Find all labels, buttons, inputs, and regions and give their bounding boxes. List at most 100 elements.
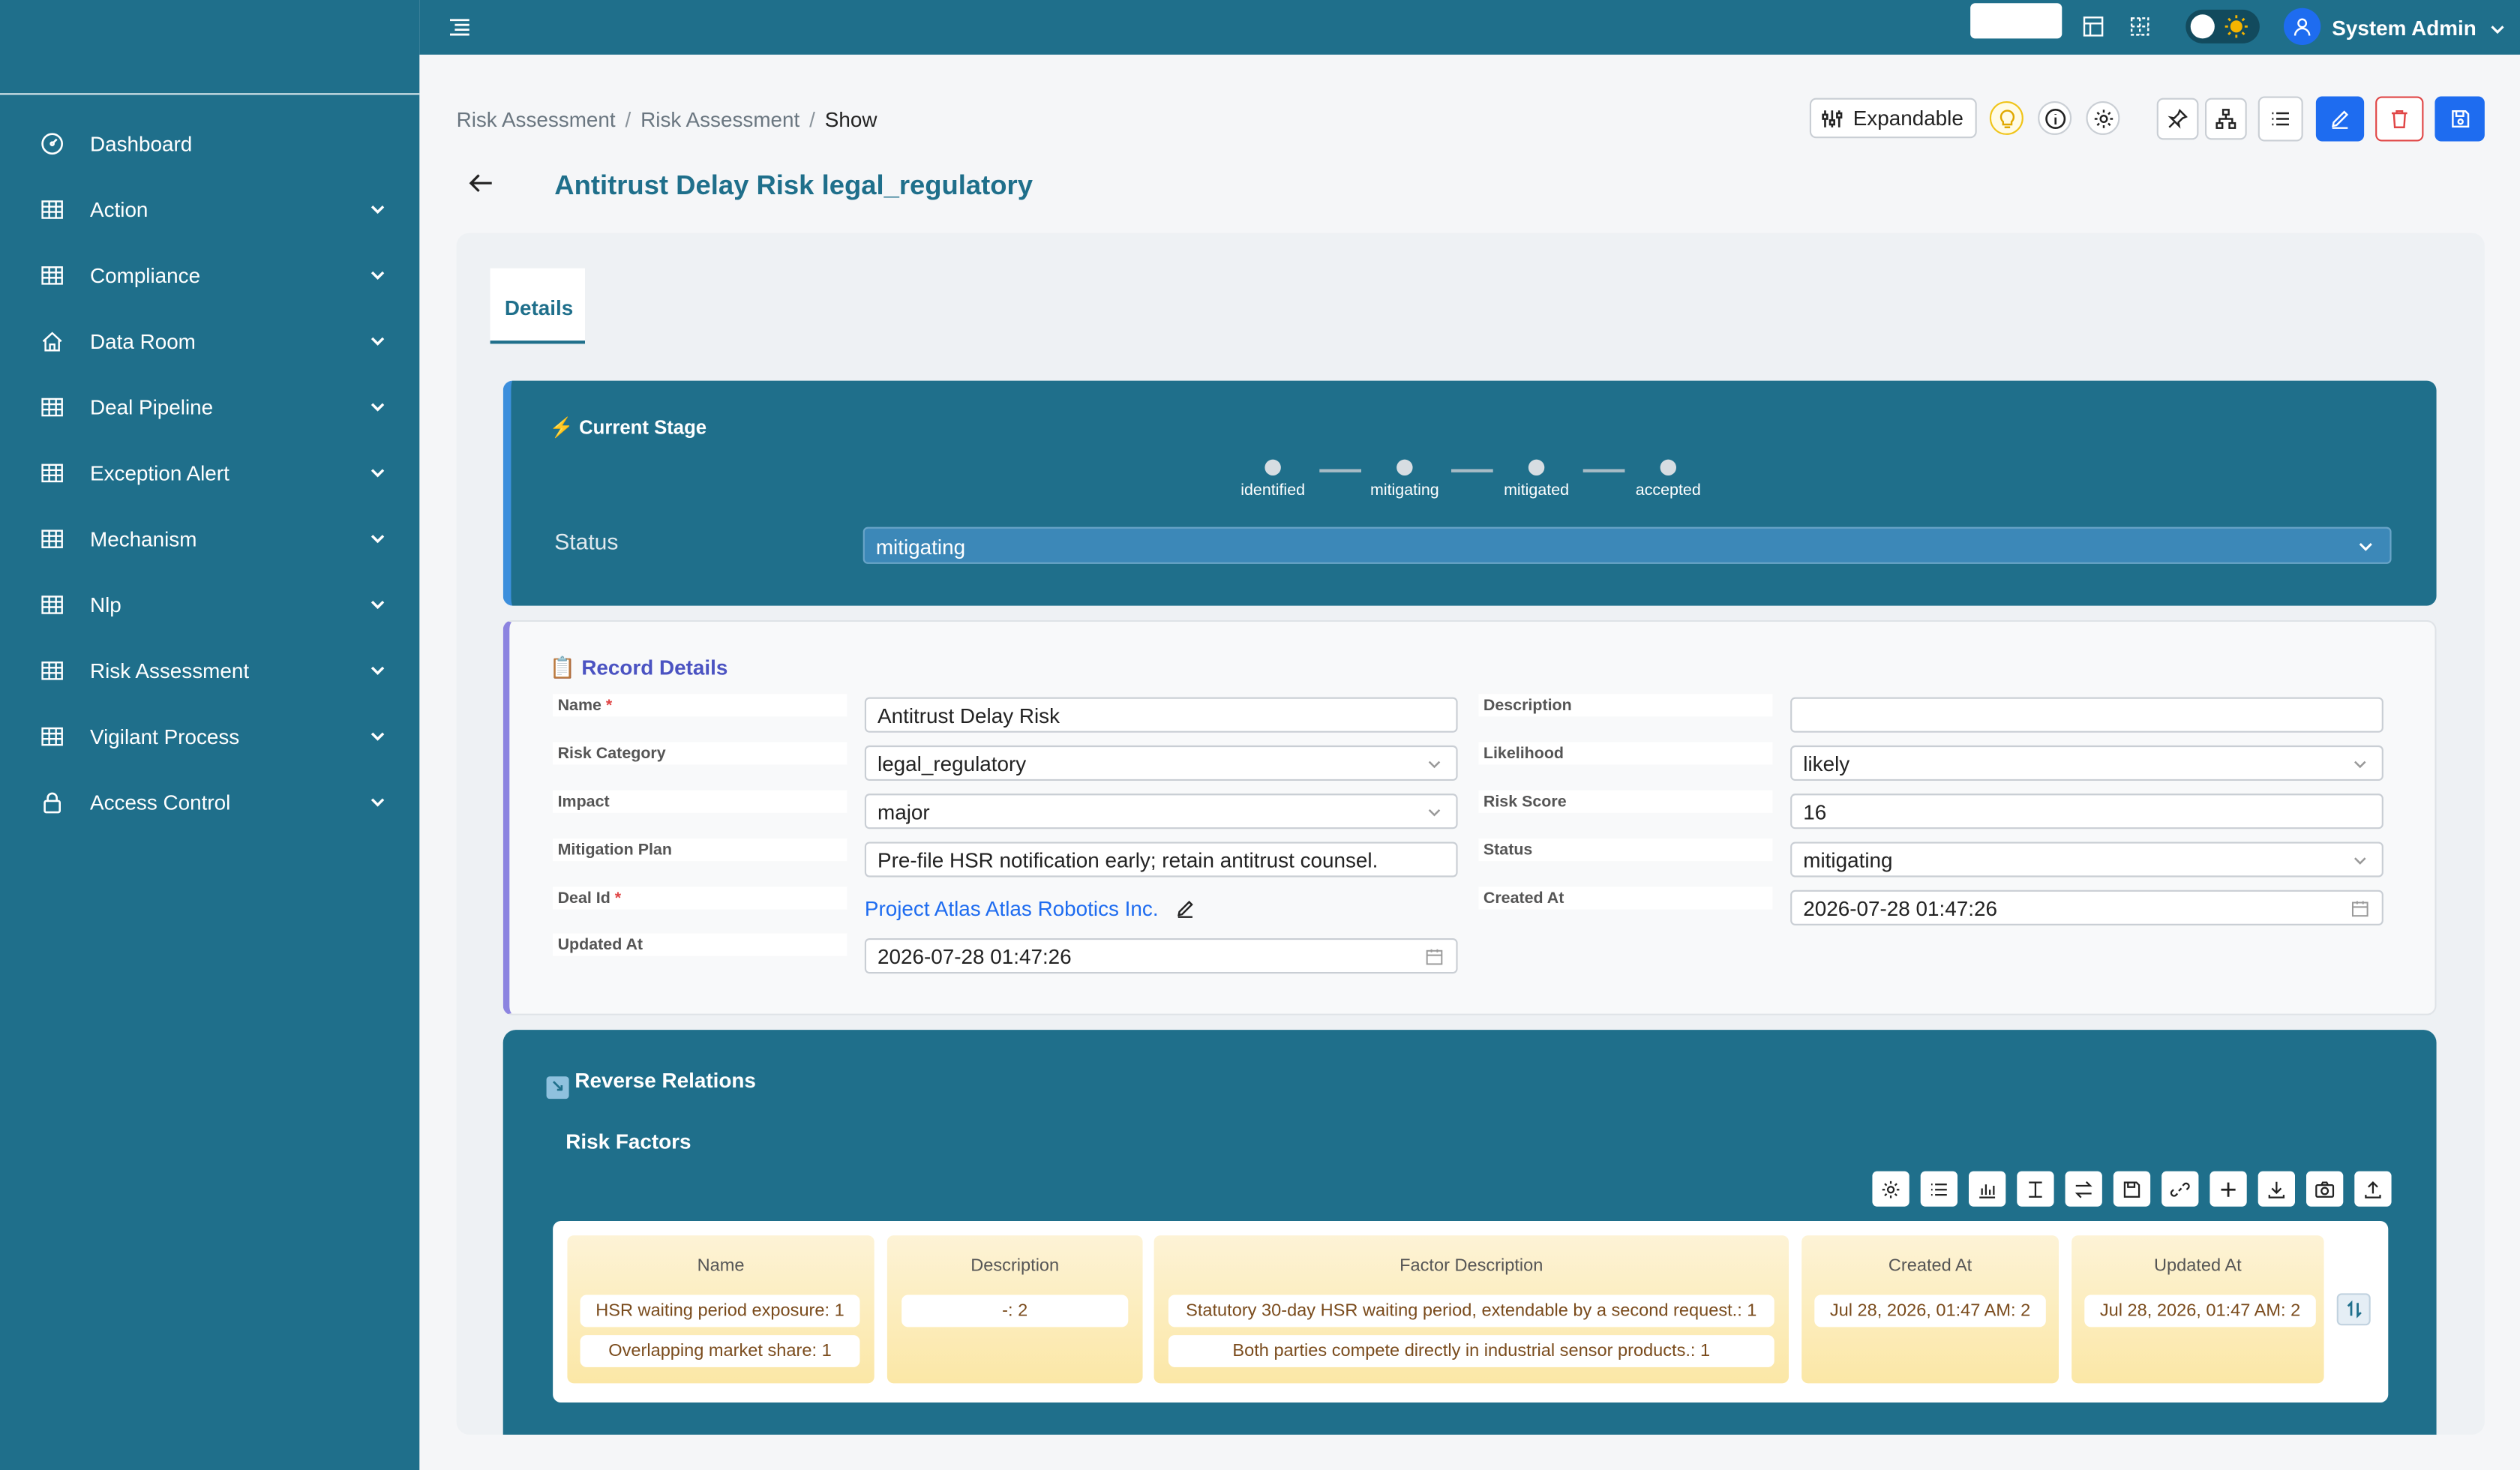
info-button[interactable] bbox=[2038, 100, 2072, 135]
sidebar-item-exception-alert[interactable]: Exception Alert bbox=[0, 443, 419, 501]
status-select[interactable]: mitigating bbox=[862, 526, 2392, 564]
grid-chip[interactable]: Jul 28, 2026, 01:47 AM: 2 bbox=[1814, 1294, 2046, 1328]
breadcrumb-link[interactable]: Risk Assessment bbox=[640, 108, 800, 132]
sidebar-item-deal-pipeline[interactable]: Deal Pipeline bbox=[0, 377, 419, 435]
link-icon bbox=[2170, 1181, 2190, 1196]
sidebar-item-mechanism[interactable]: Mechanism bbox=[0, 509, 419, 567]
edit-button[interactable] bbox=[2315, 96, 2365, 142]
grid-swap-button[interactable] bbox=[2065, 1171, 2102, 1207]
grid-chip[interactable]: HSR waiting period exposure: 1 bbox=[580, 1294, 860, 1328]
grid-chip[interactable]: -: 2 bbox=[902, 1294, 1129, 1328]
hierarchy-button[interactable] bbox=[2205, 98, 2247, 140]
theme-toggle[interactable] bbox=[2186, 9, 2260, 44]
sort-button[interactable] bbox=[2336, 1293, 2371, 1326]
column-header[interactable]: Description bbox=[887, 1256, 1143, 1276]
likelihood-select[interactable]: likely bbox=[1790, 745, 2384, 782]
topbar: System Admin bbox=[419, 0, 2520, 55]
gear-icon bbox=[1882, 1180, 1900, 1198]
risk-factors-grid: Name HSR waiting period exposure: 1 Over… bbox=[553, 1220, 2389, 1403]
grid-download-button[interactable] bbox=[2258, 1171, 2295, 1207]
description-field[interactable] bbox=[1790, 697, 2384, 733]
search-box[interactable] bbox=[1970, 3, 2062, 39]
stage-step-mitigated[interactable]: mitigated bbox=[1480, 459, 1593, 500]
user-name[interactable]: System Admin bbox=[2332, 16, 2476, 40]
breadcrumb-current: Show bbox=[824, 107, 878, 132]
deal-id-link[interactable]: Project Atlas Atlas Robotics Inc. bbox=[865, 896, 1159, 920]
grid-icon[interactable] bbox=[2128, 14, 2152, 38]
menu-toggle-icon[interactable] bbox=[447, 14, 472, 40]
grid-chip[interactable]: Statutory 30-day HSR waiting period, ext… bbox=[1168, 1294, 1774, 1328]
camera-icon bbox=[2315, 1180, 2335, 1197]
tab-details[interactable]: Details bbox=[490, 268, 585, 344]
expandable-label: Expandable bbox=[1852, 106, 1964, 130]
grid-settings-button[interactable] bbox=[1872, 1171, 1910, 1207]
breadcrumb-link[interactable]: Risk Assessment bbox=[457, 108, 616, 132]
record-details-card: 📋 Record Details Name * Antitrust Delay … bbox=[502, 620, 2437, 1016]
bar-chart-icon bbox=[1979, 1184, 1996, 1198]
stage-step-mitigating[interactable]: mitigating bbox=[1348, 459, 1461, 500]
record-title-text: Record Details bbox=[581, 655, 728, 680]
impact-select[interactable]: major bbox=[864, 794, 1458, 830]
sidebar-item-data-room[interactable]: Data Room bbox=[0, 312, 419, 370]
stage-dot bbox=[1660, 459, 1676, 476]
sidebar-item-compliance[interactable]: Compliance bbox=[0, 246, 419, 304]
risk-score-field[interactable]: 16 bbox=[1790, 794, 2384, 830]
sidebar-item-label: Access Control bbox=[90, 790, 231, 815]
sidebar-item-label: Dashboard bbox=[90, 131, 193, 156]
status-field-label: Status bbox=[1478, 838, 1773, 862]
grid-camera-button[interactable] bbox=[2306, 1171, 2344, 1207]
table-icon bbox=[41, 662, 63, 680]
grid-text-button[interactable] bbox=[2017, 1171, 2054, 1207]
expandable-button[interactable]: Expandable bbox=[1809, 98, 1977, 139]
home-icon bbox=[42, 332, 62, 352]
hint-button[interactable] bbox=[1989, 100, 2024, 135]
relation-arrow-icon: ↘ bbox=[546, 1076, 569, 1100]
grid-link-button[interactable] bbox=[2162, 1171, 2199, 1207]
column-header[interactable]: Factor Description bbox=[1154, 1256, 1789, 1276]
stage-step-accepted[interactable]: accepted bbox=[1612, 459, 1724, 500]
grid-column-factor-description: Factor Description Statutory 30-day HSR … bbox=[1154, 1235, 1789, 1384]
layout-icon[interactable] bbox=[2081, 14, 2105, 38]
sidebar-item-vigilant-process[interactable]: Vigilant Process bbox=[0, 707, 419, 765]
back-arrow-icon[interactable] bbox=[466, 170, 495, 196]
chevron-down-icon[interactable] bbox=[2488, 20, 2507, 39]
stage-step-identified[interactable]: identified bbox=[1216, 459, 1329, 500]
save-button[interactable] bbox=[2434, 96, 2485, 142]
sidebar-item-action[interactable]: Action bbox=[0, 180, 419, 238]
avatar[interactable] bbox=[2284, 8, 2321, 45]
grid-chip[interactable]: Jul 28, 2026, 01:47 AM: 2 bbox=[2084, 1294, 2316, 1328]
stage-title-text: Current Stage bbox=[579, 416, 707, 439]
column-header[interactable]: Created At bbox=[1802, 1256, 2059, 1276]
dashboard-icon bbox=[41, 133, 64, 155]
sidebar-item-risk-assessment[interactable]: Risk Assessment bbox=[0, 641, 419, 699]
grid-upload-button[interactable] bbox=[2354, 1171, 2392, 1207]
pencil-icon[interactable] bbox=[1174, 898, 1196, 919]
status-field-select[interactable]: mitigating bbox=[1790, 842, 2384, 878]
sidebar-item-label: Vigilant Process bbox=[90, 724, 240, 749]
grid-add-button[interactable] bbox=[2210, 1171, 2247, 1207]
delete-button[interactable] bbox=[2375, 96, 2424, 142]
status-select-value: mitigating bbox=[875, 535, 966, 560]
list-button[interactable] bbox=[2258, 96, 2303, 142]
sidebar-item-nlp[interactable]: Nlp bbox=[0, 575, 419, 633]
grid-chart-button[interactable] bbox=[1969, 1171, 2006, 1207]
column-header[interactable]: Name bbox=[567, 1256, 874, 1276]
created-at-field[interactable]: 2026-07-28 01:47:26 bbox=[1790, 890, 2384, 926]
risk-category-select[interactable]: legal_regulatory bbox=[864, 745, 1458, 782]
grid-column-updated-at: Updated At Jul 28, 2026, 01:47 AM: 2 bbox=[2072, 1235, 2324, 1384]
grid-chip[interactable]: Overlapping market share: 1 bbox=[580, 1335, 860, 1367]
settings-button[interactable] bbox=[2086, 100, 2120, 135]
grid-save-button[interactable] bbox=[2113, 1171, 2151, 1207]
breadcrumb-separator: / bbox=[625, 107, 632, 132]
grid-list-button[interactable] bbox=[1920, 1171, 1958, 1207]
name-field[interactable]: Antitrust Delay Risk bbox=[864, 697, 1458, 733]
pin-button[interactable] bbox=[2156, 98, 2199, 140]
column-header[interactable]: Updated At bbox=[2072, 1256, 2324, 1276]
sidebar-item-dashboard[interactable]: Dashboard bbox=[0, 114, 419, 172]
grid-chip[interactable]: Both parties compete directly in industr… bbox=[1168, 1335, 1774, 1367]
updated-at-field[interactable]: 2026-07-28 01:47:26 bbox=[864, 938, 1458, 974]
sidebar-item-access-control[interactable]: Access Control bbox=[0, 772, 419, 830]
chevron-down-icon bbox=[2354, 760, 2366, 769]
user-icon bbox=[2294, 18, 2311, 36]
mitigation-plan-field[interactable]: Pre-file HSR notification early; retain … bbox=[864, 842, 1458, 878]
